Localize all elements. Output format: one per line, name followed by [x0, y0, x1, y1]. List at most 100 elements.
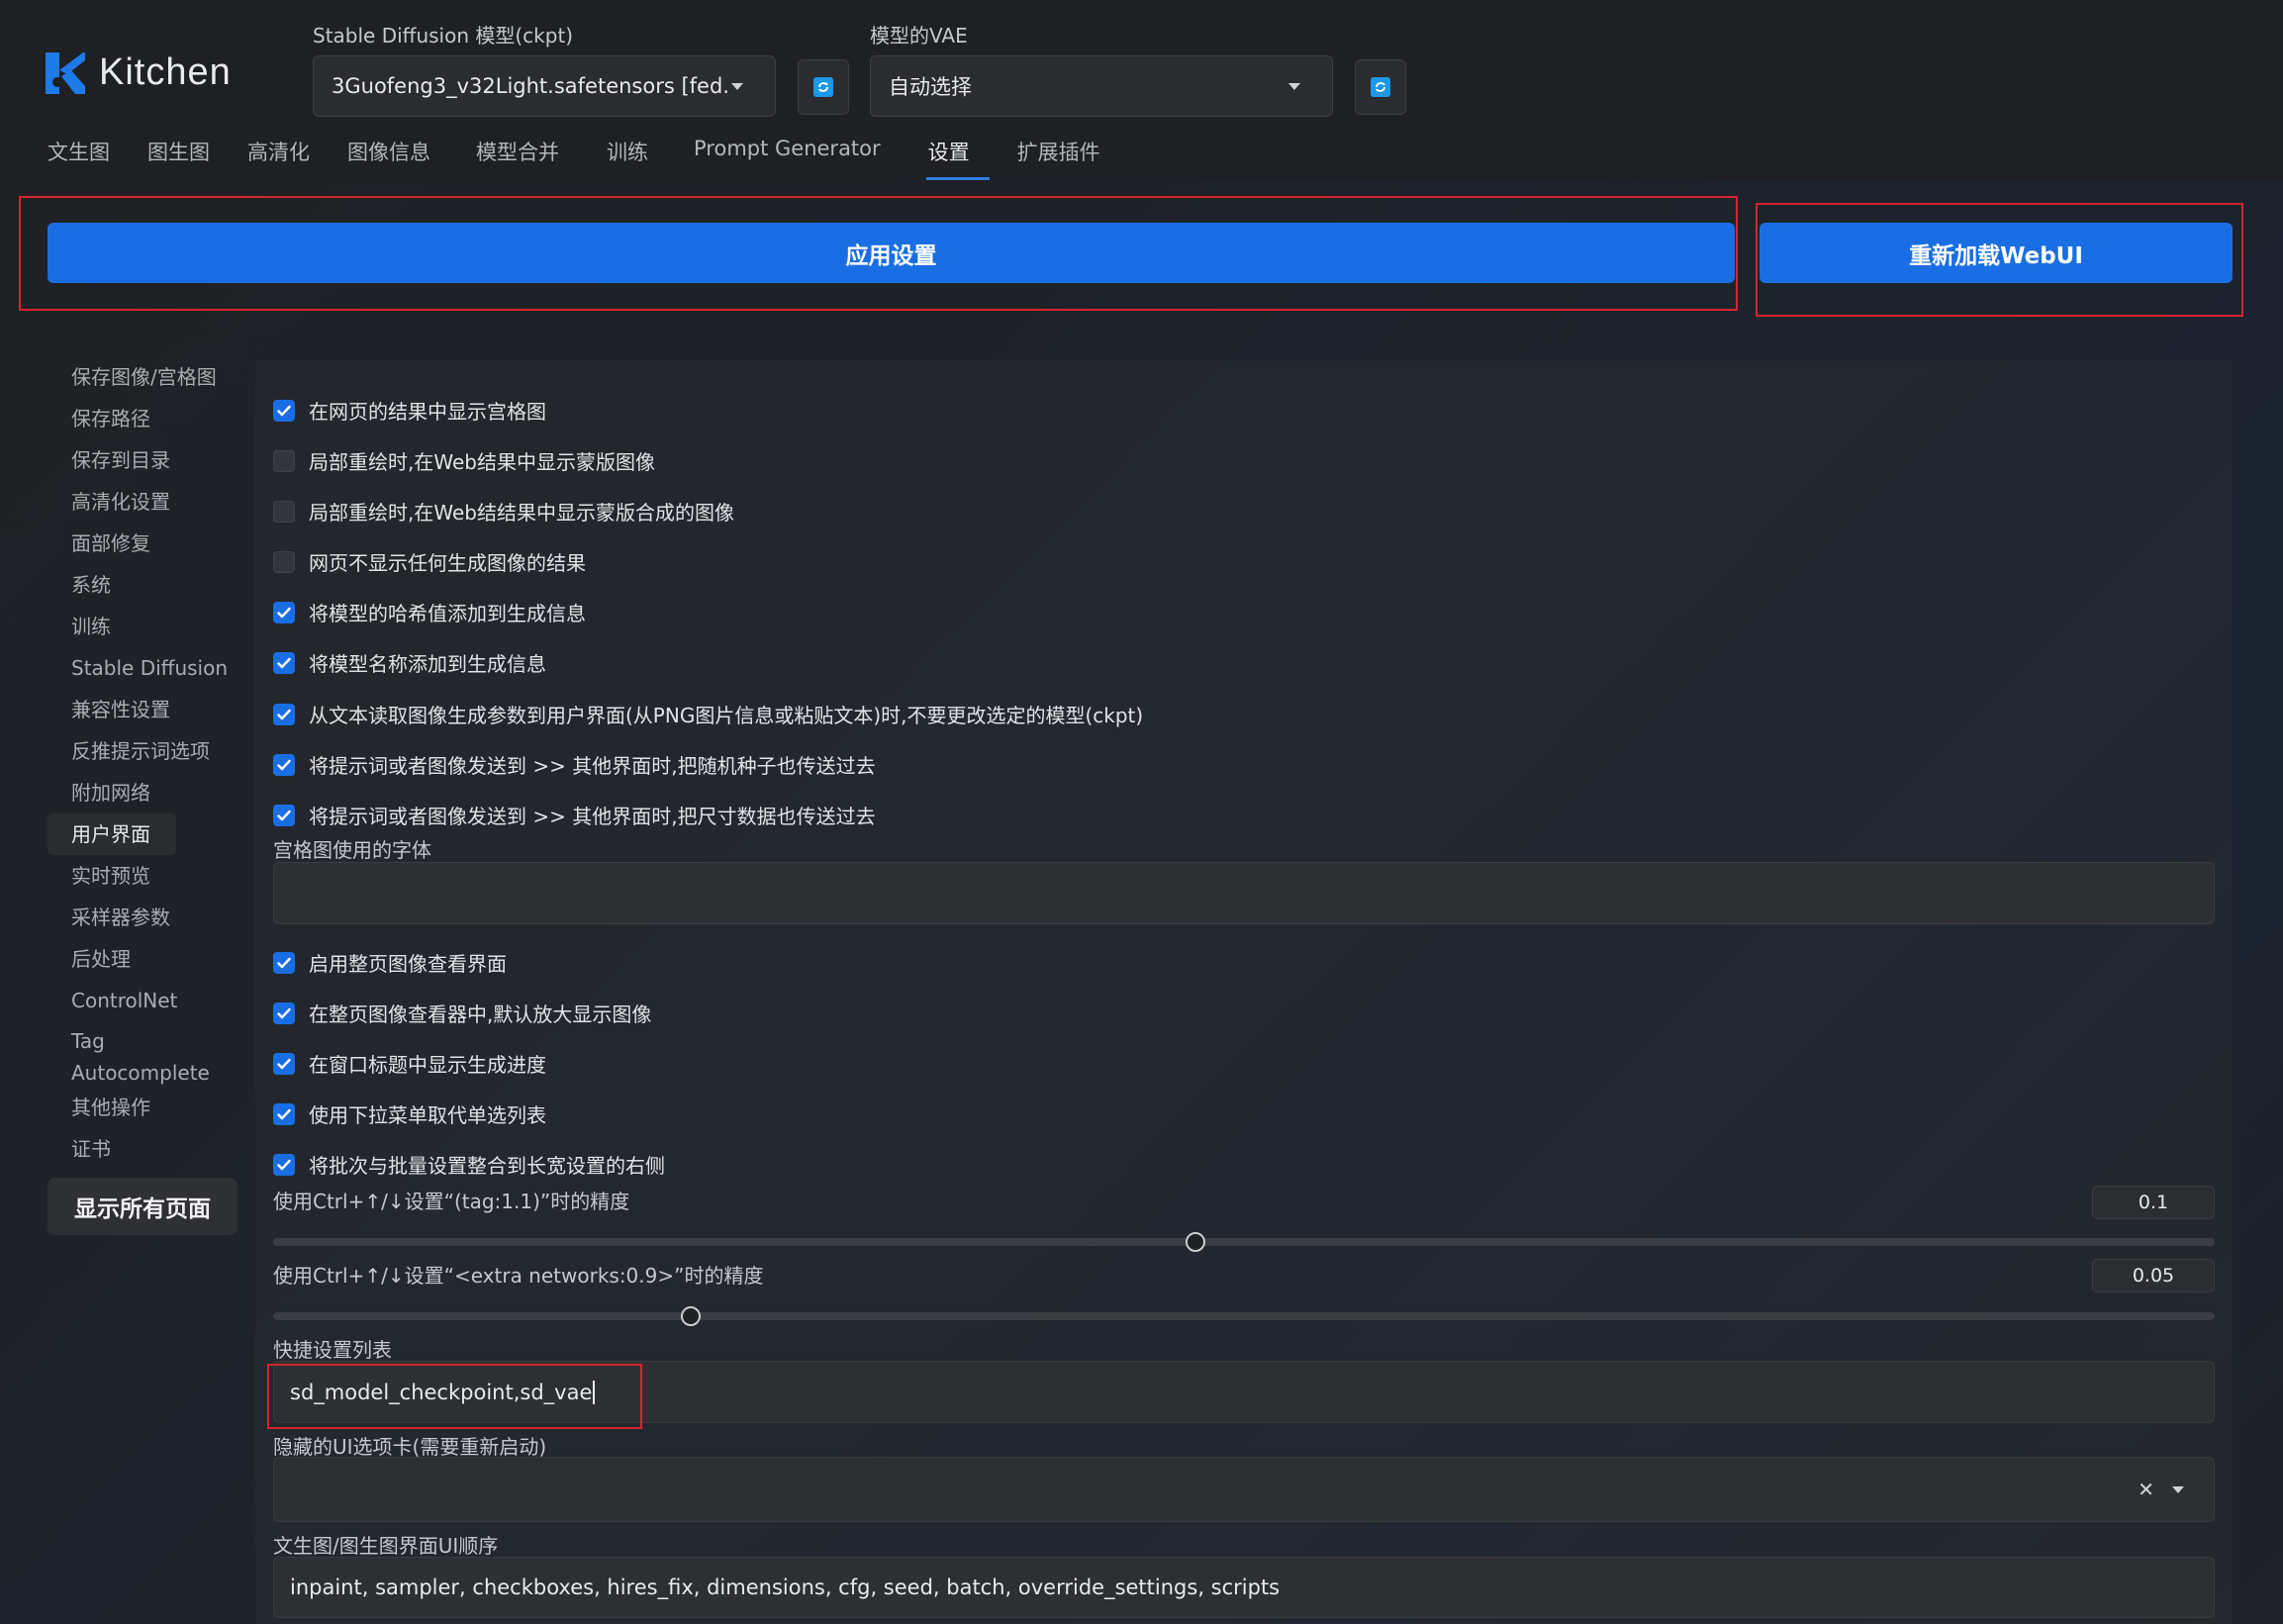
checkbox[interactable] — [273, 804, 295, 826]
chevron-down-icon[interactable] — [2172, 1485, 2184, 1493]
setting-label: 网页不显示任何生成图像的结果 — [309, 551, 586, 575]
tab-png-info[interactable]: 图像信息 — [347, 137, 430, 180]
tab-img2img[interactable]: 图生图 — [147, 137, 210, 180]
precision-tag-slider[interactable] — [273, 1232, 2215, 1252]
tab-merge[interactable]: 模型合并 — [476, 137, 559, 180]
setting-add-model-hash[interactable]: 将模型的哈希值添加到生成信息 — [273, 598, 586, 626]
vae-label: 模型的VAE — [870, 24, 968, 48]
precision-networks-number[interactable]: 0.05 — [2092, 1259, 2215, 1292]
grid-font-label: 宫格图使用的字体 — [273, 838, 431, 862]
setting-label: 局部重绘时,在Web结结果中显示蒙版合成的图像 — [309, 501, 734, 525]
precision-tag-label: 使用Ctrl+↑/↓设置“(tag:1.1)”时的精度 — [273, 1190, 630, 1213]
setting-label: 使用下拉菜单取代单选列表 — [309, 1103, 546, 1127]
checkbox[interactable] — [273, 550, 295, 573]
sidebar-item-training[interactable]: 训练 — [48, 606, 239, 647]
sidebar-item-system[interactable]: 系统 — [48, 564, 239, 606]
setting-keep-ckpt[interactable]: 从文本读取图像生成参数到用户界面(从PNG图片信息或粘贴文本)时,不要更改选定的… — [273, 700, 1143, 728]
checkbox[interactable] — [273, 399, 295, 422]
setting-dropdown-radio[interactable]: 使用下拉菜单取代单选列表 — [273, 1099, 546, 1128]
sidebar-item-interrogate[interactable]: 反推提示词选项 — [48, 730, 239, 772]
sidebar-item-controlnet[interactable]: ControlNet — [48, 980, 239, 1021]
sidebar-item-licenses[interactable]: 证书 — [48, 1128, 239, 1170]
checkbox[interactable] — [273, 601, 295, 623]
sidebar-item-stable-diffusion[interactable]: Stable Diffusion — [48, 647, 239, 689]
checkbox[interactable] — [273, 1102, 295, 1125]
setting-label: 在网页的结果中显示宫格图 — [309, 400, 546, 424]
ui-order-input[interactable]: inpaint, sampler, checkboxes, hires_fix,… — [273, 1557, 2215, 1618]
app-logo: Kitchen — [46, 51, 232, 94]
sidebar-item-live-preview[interactable]: 实时预览 — [48, 855, 239, 897]
slider-thumb[interactable] — [680, 1306, 701, 1326]
sidebar-item-upscaling[interactable]: 高清化设置 — [48, 481, 239, 523]
checkbox[interactable] — [273, 951, 295, 974]
refresh-icon — [813, 77, 833, 97]
checkbox[interactable] — [273, 1052, 295, 1075]
setting-label: 将模型名称添加到生成信息 — [309, 652, 546, 676]
quicksettings-label: 快捷设置列表 — [273, 1338, 392, 1362]
app-logo-text: Kitchen — [99, 51, 232, 93]
setting-label: 在整页图像查看器中,默认放大显示图像 — [309, 1003, 652, 1026]
clear-icon[interactable]: ✕ — [2138, 1478, 2154, 1501]
vae-value: 自动选择 — [889, 75, 972, 99]
setting-label: 在窗口标题中显示生成进度 — [309, 1053, 546, 1077]
grid-font-input[interactable] — [273, 862, 2215, 924]
setting-label: 将批次与批量设置整合到长宽设置的右侧 — [309, 1154, 665, 1178]
checkbox[interactable] — [273, 651, 295, 674]
setting-show-mask[interactable]: 局部重绘时,在Web结果中显示蒙版图像 — [273, 446, 655, 475]
checkbox[interactable] — [273, 449, 295, 472]
sidebar-item-tag-autocomplete[interactable]: Tag Autocomplete — [48, 1021, 239, 1087]
ckpt-label: Stable Diffusion 模型(ckpt) — [313, 24, 574, 48]
tab-extensions[interactable]: 扩展插件 — [1017, 137, 1100, 180]
precision-networks-label: 使用Ctrl+↑/↓设置“<extra networks:0.9>”时的精度 — [273, 1264, 764, 1288]
ckpt-value: 3Guofeng3_v32Light.safetensors [fed... — [332, 74, 731, 98]
show-all-pages-button[interactable]: 显示所有页面 — [48, 1178, 238, 1235]
sidebar-item-postprocessing[interactable]: 后处理 — [48, 938, 239, 980]
setting-fullpage-zoom[interactable]: 在整页图像查看器中,默认放大显示图像 — [273, 999, 651, 1027]
checkbox[interactable] — [273, 500, 295, 523]
setting-send-seed[interactable]: 将提示词或者图像发送到 >> 其他界面时,把随机种子也传送过去 — [273, 750, 876, 779]
sidebar-item-save-images[interactable]: 保存图像/宫格图 — [48, 356, 239, 398]
highlight-box-reload — [1756, 203, 2243, 317]
sidebar-item-save-paths[interactable]: 保存路径 — [48, 398, 239, 439]
ckpt-dropdown[interactable]: 3Guofeng3_v32Light.safetensors [fed... — [313, 55, 776, 117]
vae-refresh-button[interactable] — [1355, 59, 1406, 115]
setting-show-mask-composite[interactable]: 局部重绘时,在Web结结果中显示蒙版合成的图像 — [273, 497, 734, 525]
tab-txt2img[interactable]: 文生图 — [48, 137, 110, 180]
tab-train[interactable]: 训练 — [607, 137, 648, 180]
tab-settings[interactable]: 设置 — [925, 137, 990, 180]
sidebar-item-sampler-params[interactable]: 采样器参数 — [48, 897, 239, 938]
tab-extras[interactable]: 高清化 — [247, 137, 310, 180]
checkbox[interactable] — [273, 1153, 295, 1176]
setting-batch-beside-size[interactable]: 将批次与批量设置整合到长宽设置的右侧 — [273, 1150, 665, 1179]
ckpt-refresh-button[interactable] — [798, 59, 849, 115]
tab-prompt-generator[interactable]: Prompt Generator — [694, 137, 881, 180]
checkbox[interactable] — [273, 1002, 295, 1024]
sidebar-item-face-restoration[interactable]: 面部修复 — [48, 523, 239, 564]
sidebar-item-user-interface[interactable]: 用户界面 — [48, 813, 176, 855]
setting-send-size[interactable]: 将提示词或者图像发送到 >> 其他界面时,把尺寸数据也传送过去 — [273, 801, 876, 829]
setting-label: 从文本读取图像生成参数到用户界面(从PNG图片信息或粘贴文本)时,不要更改选定的… — [309, 704, 1144, 727]
sidebar-item-extra-networks[interactable]: 附加网络 — [48, 772, 239, 813]
kitchen-logo-icon — [46, 51, 85, 94]
setting-add-model-name[interactable]: 将模型名称添加到生成信息 — [273, 648, 546, 677]
setting-hide-results[interactable]: 网页不显示任何生成图像的结果 — [273, 547, 586, 576]
setting-title-progress[interactable]: 在窗口标题中显示生成进度 — [273, 1049, 546, 1078]
chevron-down-icon — [1288, 82, 1300, 90]
precision-networks-slider[interactable] — [273, 1306, 2215, 1326]
sidebar-item-save-to-dir[interactable]: 保存到目录 — [48, 439, 239, 481]
precision-tag-number[interactable]: 0.1 — [2092, 1186, 2215, 1219]
hidden-tabs-select[interactable]: ✕ — [273, 1457, 2215, 1522]
setting-label: 局部重绘时,在Web结果中显示蒙版图像 — [309, 450, 655, 474]
sidebar-item-compatibility[interactable]: 兼容性设置 — [48, 689, 239, 730]
hidden-tabs-label: 隐藏的UI选项卡(需要重新启动) — [273, 1435, 547, 1459]
setting-show-grid[interactable]: 在网页的结果中显示宫格图 — [273, 396, 546, 425]
sidebar-item-actions[interactable]: 其他操作 — [48, 1087, 239, 1128]
chevron-down-icon — [731, 82, 743, 90]
checkbox[interactable] — [273, 703, 295, 725]
setting-label: 将提示词或者图像发送到 >> 其他界面时,把尺寸数据也传送过去 — [309, 805, 876, 828]
setting-fullpage-viewer[interactable]: 启用整页图像查看界面 — [273, 948, 507, 977]
checkbox[interactable] — [273, 753, 295, 776]
vae-dropdown[interactable]: 自动选择 — [870, 55, 1333, 117]
slider-thumb[interactable] — [1185, 1232, 1205, 1252]
ui-order-label: 文生图/图生图界面UI顺序 — [273, 1534, 499, 1558]
